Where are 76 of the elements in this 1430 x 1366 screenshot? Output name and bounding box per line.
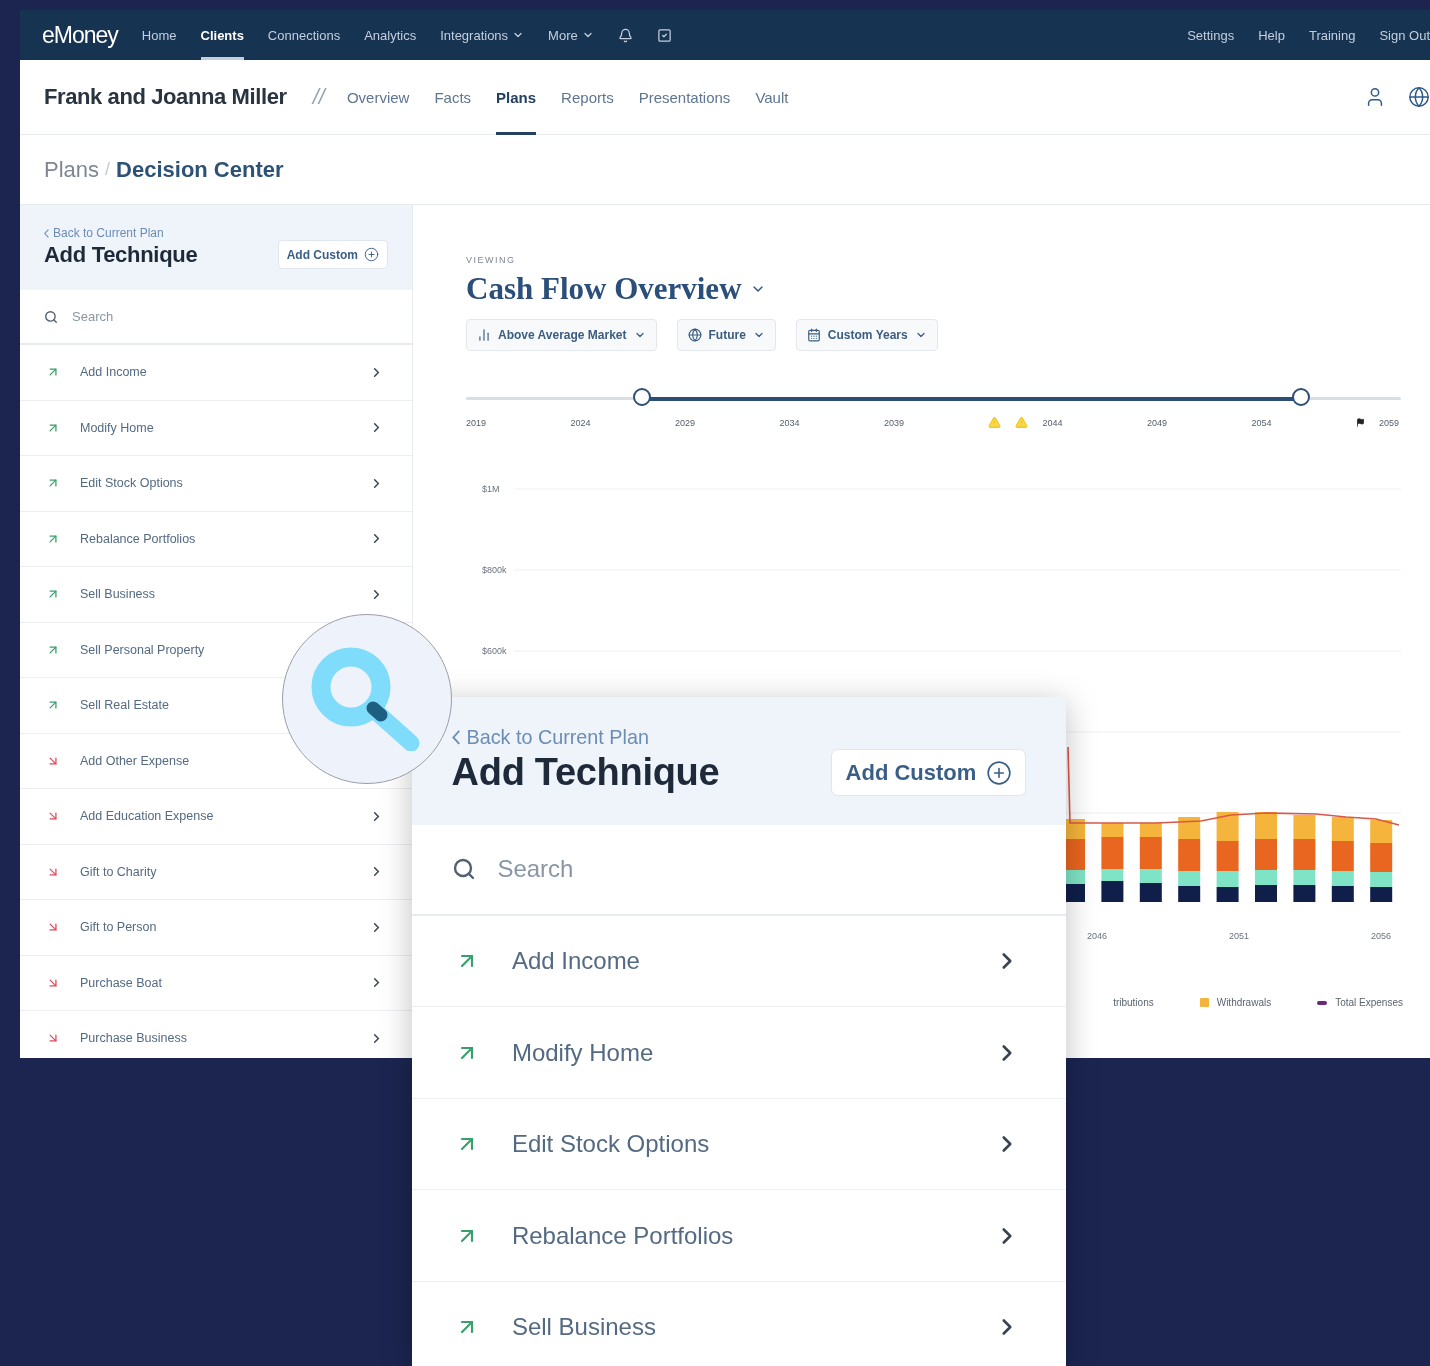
timeline-label: 2029 xyxy=(674,417,695,428)
nav-item[interactable]: Analytics xyxy=(364,10,417,60)
nav-link[interactable]: Sign Out xyxy=(1379,27,1430,43)
back-link[interactable]: Back to Current Plan xyxy=(451,725,649,749)
axis-label: $800k xyxy=(482,565,507,575)
search-field[interactable]: Search xyxy=(495,854,1027,885)
chevron-left-icon xyxy=(44,228,49,238)
panel-title: Add Technique xyxy=(451,751,720,794)
tab[interactable]: Reports xyxy=(561,59,614,135)
axis-label: $1M xyxy=(482,484,500,494)
separator: // xyxy=(312,84,325,110)
search-field[interactable]: Search xyxy=(70,308,388,325)
axis-label: $600k xyxy=(482,646,507,656)
bar-chart-icon xyxy=(477,328,491,342)
plus-circle-icon xyxy=(986,759,1013,786)
technique-row[interactable]: Modify Home xyxy=(412,1007,1066,1099)
timeline-label: 2024 xyxy=(570,417,591,428)
view-title[interactable]: Cash Flow Overview xyxy=(466,271,742,307)
filter-dropdown[interactable]: Custom Years xyxy=(795,319,938,351)
tab[interactable]: Vault xyxy=(755,59,789,135)
panel-title: Add Technique xyxy=(44,241,198,268)
technique-row[interactable]: Sell Business xyxy=(412,1282,1066,1366)
technique-row[interactable]: Rebalance Portfolios xyxy=(412,1190,1066,1282)
tab[interactable]: Presentations xyxy=(638,59,731,135)
timeline-label: 2039 xyxy=(883,417,904,428)
filter-dropdown[interactable]: Above Average Market xyxy=(466,319,657,351)
timeline-label: 2044 xyxy=(1042,417,1063,428)
technique-row[interactable]: Add Income xyxy=(20,345,412,401)
logo[interactable]: eMoney xyxy=(42,21,118,49)
back-link[interactable]: Back to Current Plan xyxy=(44,226,164,240)
technique-row[interactable]: Add Income xyxy=(412,915,1066,1008)
tab[interactable]: Facts xyxy=(434,59,472,135)
breadcrumb-link[interactable]: Plans xyxy=(44,156,100,183)
globe-icon[interactable] xyxy=(1408,86,1430,108)
chevron-left-icon xyxy=(451,729,460,745)
timeline-label: 2059 xyxy=(1378,417,1399,428)
timeline-label: 2049 xyxy=(1146,417,1167,428)
search-icon xyxy=(44,309,58,324)
technique-row[interactable]: Rebalance Portfolios xyxy=(20,511,412,567)
eyebrow-label: VIEWING xyxy=(466,255,517,265)
add-custom-button[interactable]: Add Custom xyxy=(277,240,388,269)
technique-row[interactable]: Modify Home xyxy=(20,400,412,456)
page-title: Decision Center xyxy=(116,156,284,183)
timeline-label: 2034 xyxy=(779,417,800,428)
nav-link[interactable]: Training xyxy=(1308,27,1356,43)
axis-label: 2051 xyxy=(1229,931,1249,941)
plus-circle-icon xyxy=(364,247,379,262)
legend-label: Total Expenses xyxy=(1335,997,1403,1008)
legend-label: Withdrawals xyxy=(1216,997,1272,1008)
legend-label: tributions xyxy=(1113,997,1154,1008)
checkbox-icon[interactable] xyxy=(656,27,672,43)
add-custom-button[interactable]: Add Custom xyxy=(831,748,1027,797)
axis-label: 2046 xyxy=(1087,931,1107,941)
technique-row[interactable]: Edit Stock Options xyxy=(412,1098,1066,1191)
nav-link[interactable]: Settings xyxy=(1187,27,1235,43)
nav-link[interactable]: Help xyxy=(1258,27,1285,43)
timeline-label: 2019 xyxy=(466,417,487,428)
bell-icon[interactable] xyxy=(617,27,633,43)
nav-item[interactable]: Integrations xyxy=(440,10,525,60)
range-handle[interactable] xyxy=(1291,388,1310,406)
search-icon xyxy=(451,857,476,882)
axis-label: 2056 xyxy=(1371,931,1391,941)
range-handle[interactable] xyxy=(632,388,651,406)
nav-item[interactable]: Home xyxy=(141,10,177,60)
timeline-label: 2054 xyxy=(1251,417,1272,428)
technique-row[interactable]: Edit Stock Options xyxy=(20,456,412,512)
client-name: Frank and Joanna Miller xyxy=(44,84,287,110)
nav-item[interactable]: Clients xyxy=(200,10,244,60)
tab[interactable]: Overview xyxy=(346,59,410,135)
filter-dropdown[interactable]: Future xyxy=(676,319,776,351)
globe-icon xyxy=(687,328,702,342)
nav-item[interactable]: Connections xyxy=(267,10,341,60)
tab[interactable]: Plans xyxy=(496,59,537,135)
breadcrumb-separator: / xyxy=(105,159,111,180)
nav-item[interactable]: More xyxy=(548,10,594,60)
calendar-icon xyxy=(806,328,821,342)
